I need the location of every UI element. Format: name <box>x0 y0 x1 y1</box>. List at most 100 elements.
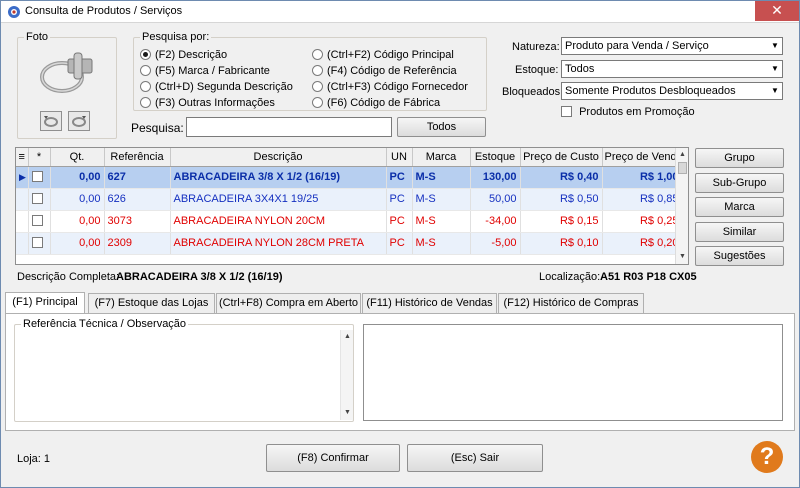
cell-qt: 0,00 <box>50 166 105 189</box>
promocao-checkbox[interactable]: Produtos em Promoção <box>561 106 695 118</box>
photo-legend: Foto <box>26 31 49 43</box>
tab-panel-principal: Referência Técnica / Observação ▲ ▼ <box>5 313 795 431</box>
checkbox-box <box>31 193 43 204</box>
cell-custo: R$ 0,10 <box>520 232 603 255</box>
sub-grupo-button[interactable]: Sub-Grupo <box>695 173 784 193</box>
col-header-un[interactable]: UN <box>386 148 413 167</box>
col-header-descricao[interactable]: Descrição <box>170 148 387 167</box>
marca-button[interactable]: Marca <box>695 197 784 217</box>
descricao-completa-label: Descrição Completa: <box>17 271 120 283</box>
tab-historico-compras[interactable]: (F12) Histórico de Compras <box>498 293 644 313</box>
cell-ref: 627 <box>104 166 171 189</box>
scroll-up-icon[interactable]: ▲ <box>342 331 353 343</box>
referencia-legend: Referência Técnica / Observação <box>23 318 187 330</box>
photo-next-button[interactable] <box>68 111 90 131</box>
checkbox-box <box>561 106 572 117</box>
product-photo <box>40 52 93 93</box>
estoque-select[interactable]: Todos ▼ <box>561 60 783 78</box>
tab-compra-aberto[interactable]: (Ctrl+F8) Compra em Aberto <box>216 293 361 313</box>
col-header-marca[interactable]: Marca <box>412 148 471 167</box>
table-row[interactable]: 0,00 626 ABRACADEIRA 3X4X1 19/25 PC M-S … <box>16 188 683 211</box>
cell-ref: 626 <box>104 188 171 211</box>
radio-codigo-referencia[interactable]: (F4) Código de Referência <box>312 65 457 77</box>
col-header-referencia[interactable]: Referência <box>104 148 171 167</box>
scroll-down-icon[interactable]: ▼ <box>677 251 688 263</box>
natureza-select[interactable]: Produto para Venda / Serviço ▼ <box>561 37 783 55</box>
radio-segunda-descricao[interactable]: (Ctrl+D) Segunda Descrição <box>140 81 293 93</box>
search-by-legend: Pesquisa por: <box>142 31 210 43</box>
checkbox-box <box>31 171 43 182</box>
grid-scrollbar[interactable]: ▲ ▼ <box>675 148 688 264</box>
scroll-up-icon[interactable]: ▲ <box>677 149 688 161</box>
table-row[interactable]: 0,00 2309 ABRACADEIRA NYLON 28CM PRETA P… <box>16 232 683 255</box>
cell-desc: ABRACADEIRA NYLON 28CM PRETA <box>170 232 387 255</box>
referencia-scrollbar[interactable]: ▲ ▼ <box>340 330 353 420</box>
radio-outras-informacoes[interactable]: (F3) Outras Informações <box>140 97 275 109</box>
row-checkbox[interactable] <box>28 232 51 255</box>
window-title: Consulta de Produtos / Serviços <box>25 5 183 17</box>
cell-marca: M-S <box>412 210 471 233</box>
search-input[interactable] <box>186 117 392 137</box>
row-checkbox[interactable] <box>28 210 51 233</box>
close-button[interactable]: ✕ <box>755 1 799 21</box>
radio-dot <box>312 97 323 108</box>
photo-prev-button[interactable] <box>40 111 62 131</box>
cell-desc: ABRACADEIRA NYLON 20CM <box>170 210 387 233</box>
radio-descricao[interactable]: (F2) Descrição <box>140 49 227 61</box>
col-header-venda[interactable]: Preço de Venda <box>602 148 683 167</box>
scroll-thumb[interactable] <box>678 162 687 174</box>
sugestoes-button[interactable]: Sugestões <box>695 246 784 266</box>
row-menu-icon[interactable]: ≡ <box>16 148 29 167</box>
radio-label: (Ctrl+F2) Código Principal <box>327 49 454 61</box>
table-row[interactable]: ▶ 0,00 627 ABRACADEIRA 3/8 X 1/2 (16/19)… <box>16 166 683 189</box>
grupo-button[interactable]: Grupo <box>695 148 784 168</box>
todos-button[interactable]: Todos <box>397 117 486 137</box>
app-icon <box>8 6 20 18</box>
photo-group: Foto <box>17 31 117 139</box>
cell-estoque: -34,00 <box>470 210 521 233</box>
referencia-textarea[interactable]: ▲ ▼ <box>15 330 353 420</box>
checkbox-box <box>31 215 43 226</box>
col-header-check[interactable]: * <box>28 148 51 167</box>
cell-ref: 3073 <box>104 210 171 233</box>
cell-un: PC <box>386 210 413 233</box>
window-content: Foto Pesquisa por: (F2) Descrição (F5) M… <box>1 23 799 487</box>
col-header-qt[interactable]: Qt. <box>50 148 105 167</box>
table-row[interactable]: 0,00 3073 ABRACADEIRA NYLON 20CM PC M-S … <box>16 210 683 233</box>
help-icon[interactable]: ? <box>751 441 783 473</box>
radio-codigo-fabrica[interactable]: (F6) Código de Fábrica <box>312 97 440 109</box>
col-header-estoque[interactable]: Estoque <box>470 148 521 167</box>
observation-textarea[interactable] <box>363 324 783 421</box>
cell-custo: R$ 0,15 <box>520 210 603 233</box>
similar-button[interactable]: Similar <box>695 222 784 242</box>
radio-label: (Ctrl+F3) Código Fornecedor <box>327 81 468 93</box>
cell-desc: ABRACADEIRA 3/8 X 1/2 (16/19) <box>170 166 387 189</box>
scroll-down-icon[interactable]: ▼ <box>342 407 353 419</box>
row-checkbox[interactable] <box>28 166 51 189</box>
bloqueados-select[interactable]: Somente Produtos Desbloqueados ▼ <box>561 82 783 100</box>
radio-codigo-fornecedor[interactable]: (Ctrl+F3) Código Fornecedor <box>312 81 468 93</box>
cell-un: PC <box>386 166 413 189</box>
bloqueados-value: Somente Produtos Desbloqueados <box>565 85 736 97</box>
row-checkbox[interactable] <box>28 188 51 211</box>
radio-dot <box>312 49 323 60</box>
tab-estoque-lojas[interactable]: (F7) Estoque das Lojas <box>88 293 215 313</box>
cell-estoque: 50,00 <box>470 188 521 211</box>
confirm-button[interactable]: (F8) Confirmar <box>266 444 400 472</box>
exit-button[interactable]: (Esc) Sair <box>407 444 543 472</box>
radio-marca[interactable]: (F5) Marca / Fabricante <box>140 65 270 77</box>
cell-marca: M-S <box>412 188 471 211</box>
cell-ref: 2309 <box>104 232 171 255</box>
radio-codigo-principal[interactable]: (Ctrl+F2) Código Principal <box>312 49 454 61</box>
cell-qt: 0,00 <box>50 210 105 233</box>
tab-historico-vendas[interactable]: (F11) Histórico de Vendas <box>362 293 497 313</box>
col-header-custo[interactable]: Preço de Custo <box>520 148 603 167</box>
radio-label: (F2) Descrição <box>155 49 228 61</box>
descricao-completa-value: ABRACADEIRA 3/8 X 1/2 (16/19) <box>116 271 283 283</box>
localizacao-value: A51 R03 P18 CX05 <box>600 271 697 283</box>
estoque-label: Estoque: <box>515 64 559 76</box>
radio-dot <box>140 65 151 76</box>
radio-label: (Ctrl+D) Segunda Descrição <box>155 81 293 93</box>
tab-principal[interactable]: (F1) Principal <box>5 292 85 313</box>
chevron-down-icon: ▼ <box>767 83 782 99</box>
